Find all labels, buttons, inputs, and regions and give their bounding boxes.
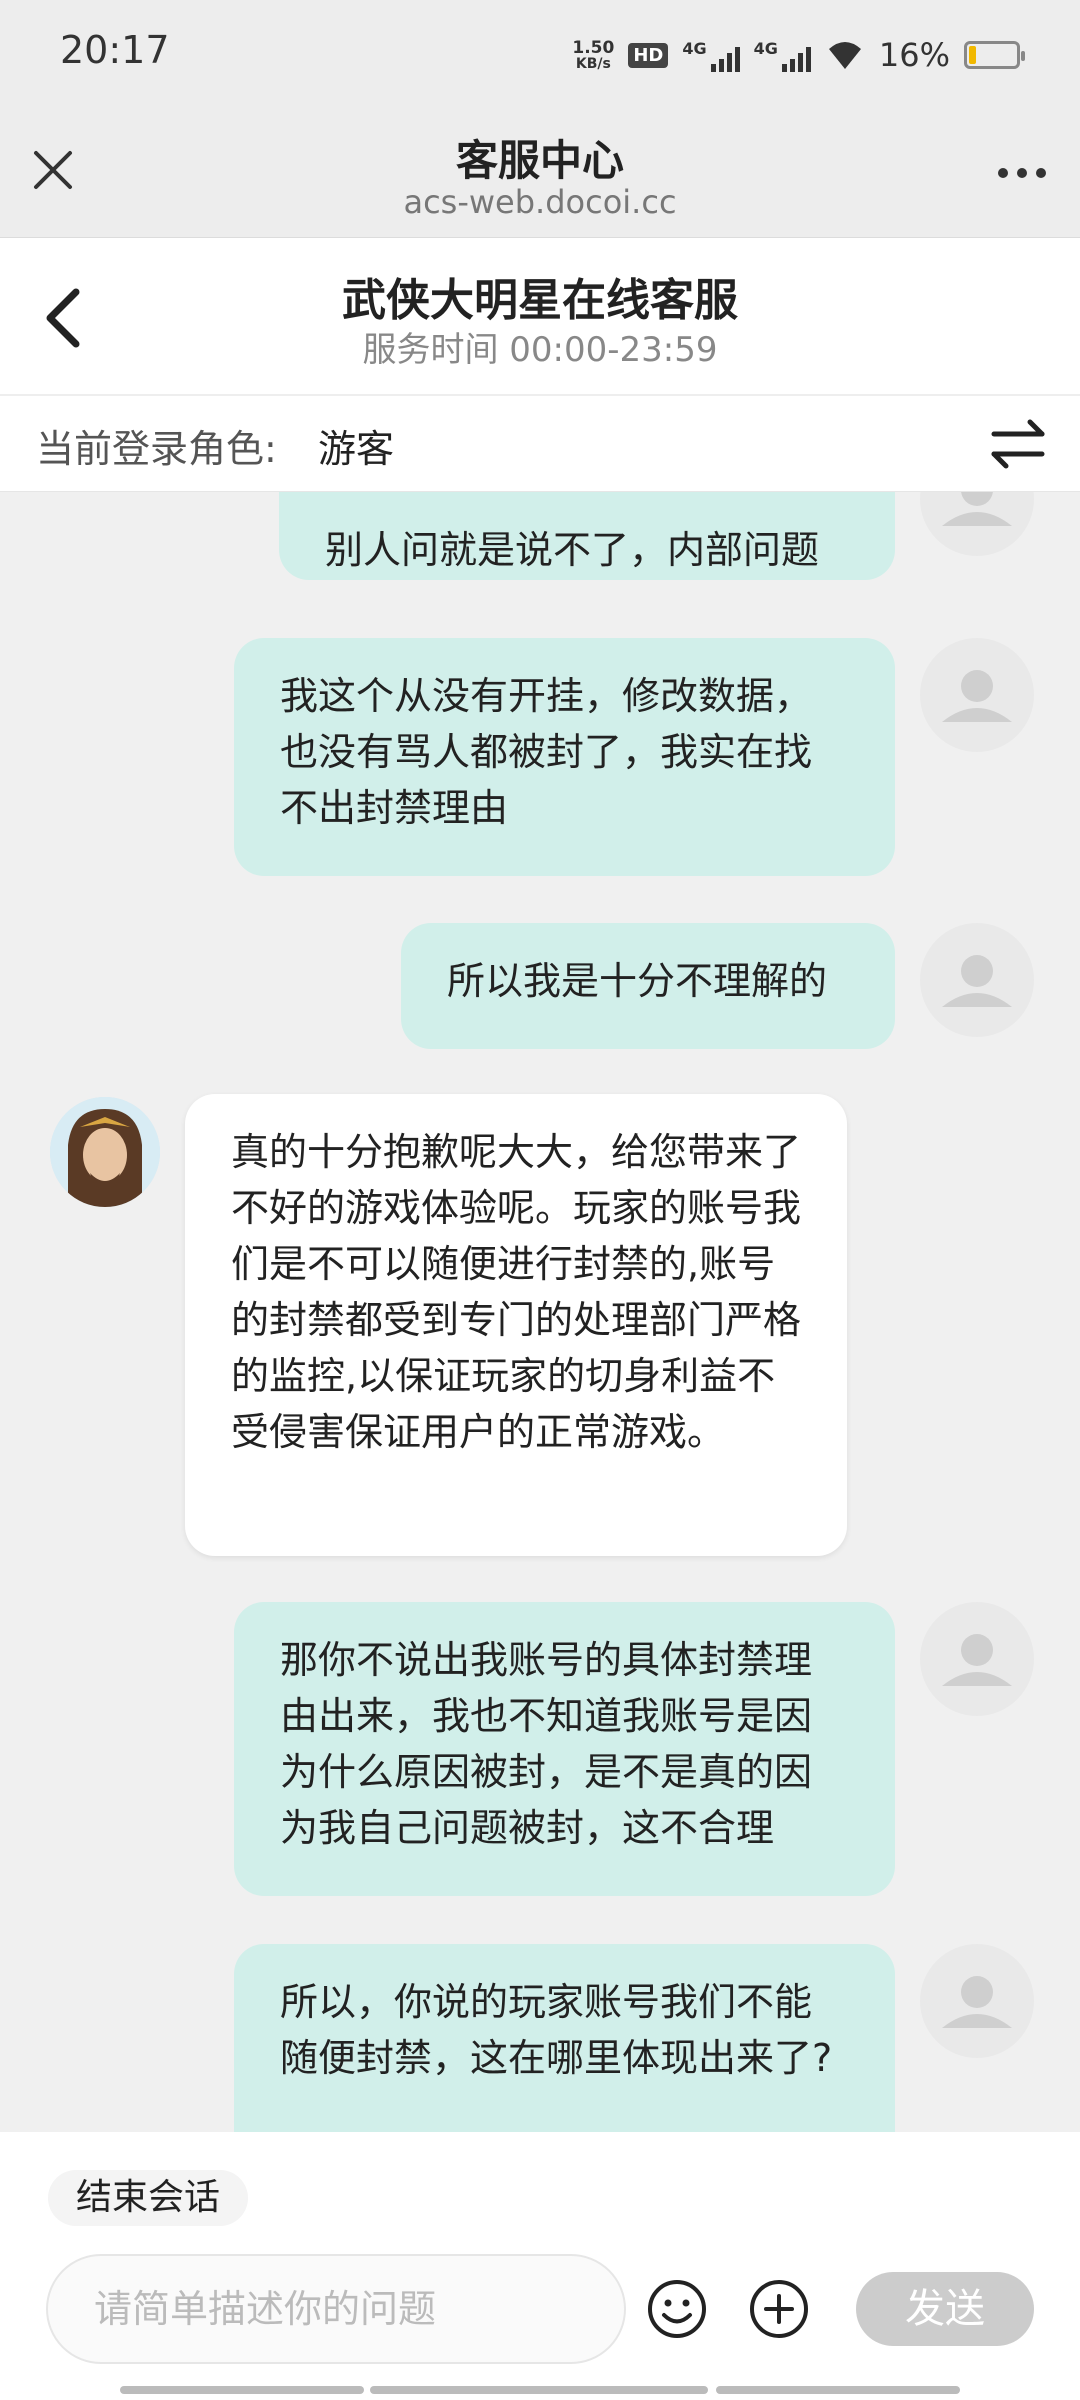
message-bubble-user: 所以我是十分不理解的 [401, 923, 895, 1049]
message-bubble-user: 我这个从没有开挂，修改数据，也没有骂人都被封了，我实在找不出封禁理由 [234, 638, 895, 876]
message-text: 我这个从没有开挂，修改数据，也没有骂人都被封了，我实在找不出封禁理由 [280, 674, 813, 830]
user-avatar [920, 492, 1034, 556]
hd-voice-icon: HD [628, 42, 669, 68]
home-indicator[interactable] [120, 2386, 364, 2394]
webview-url: acs-web.docoi.cc [403, 183, 677, 221]
status-bar: 20:17 1.50 KB/s HD 4G 4G 16% [0, 0, 1080, 115]
more-options-icon[interactable] [992, 153, 1052, 193]
signal-1-icon: 4G [682, 38, 740, 72]
home-indicator[interactable] [716, 2386, 960, 2394]
message-text: 那你不说出我账号的具体封禁理由出来，我也不知道我账号是因为什么原因被封，是不是真… [280, 1638, 813, 1850]
message-bubble-user: 别人问就是说不了，内部问题 [279, 492, 895, 580]
emoji-icon[interactable] [646, 2278, 708, 2340]
webview-title: 客服中心 [455, 136, 624, 185]
chat-message-list[interactable]: 别人问就是说不了，内部问题 我这个从没有开挂，修改数据，也没有骂人都被封了，我实… [0, 492, 1080, 2132]
send-button[interactable]: 发送 [856, 2272, 1034, 2346]
message-text: 真的十分抱歉呢大大，给您带来了不好的游戏体验呢。玩家的账号我们是不可以随便进行封… [231, 1130, 802, 1454]
message-text: 所以，你说的玩家账号我们不能随便封禁，这在哪里体现出来了? [280, 1980, 833, 2080]
service-hours: 服务时间 00:00-23:59 [362, 330, 718, 370]
service-title: 武侠大明星在线客服 [342, 275, 738, 326]
webview-header: 客服中心 acs-web.docoi.cc [0, 115, 1080, 238]
status-icons: 1.50 KB/s HD 4G 4G 16% [572, 30, 1025, 80]
battery-percent: 16% [878, 36, 950, 74]
service-header: 武侠大明星在线客服 服务时间 00:00-23:59 [0, 238, 1080, 396]
agent-avatar-icon [50, 1097, 160, 1207]
chat-input-area: 结束会话 发送 [0, 2132, 1080, 2400]
user-avatar [920, 638, 1034, 752]
role-label: 当前登录角色: [36, 427, 277, 471]
message-input-wrapper[interactable] [46, 2254, 626, 2364]
signal-2-icon: 4G [754, 39, 811, 72]
end-session-button[interactable]: 结束会话 [48, 2170, 249, 2226]
wifi-icon [828, 42, 861, 69]
add-attachment-icon[interactable] [748, 2278, 810, 2340]
network-speed-unit: KB/s [575, 56, 611, 72]
user-avatar-icon [942, 1976, 1012, 2028]
login-role-bar: 当前登录角色: 游客 [0, 396, 1080, 492]
agent-avatar [50, 1097, 160, 1207]
user-avatar-icon [942, 1634, 1012, 1686]
message-input[interactable] [48, 2256, 624, 2362]
user-avatar [920, 1602, 1034, 1716]
role-value: 游客 [318, 427, 395, 471]
battery-icon [964, 41, 1025, 69]
user-avatar-icon [942, 492, 1012, 526]
message-bubble-user: 所以，你说的玩家账号我们不能随便封禁，这在哪里体现出来了? [234, 1944, 895, 2132]
message-bubble-agent: 真的十分抱歉呢大大，给您带来了不好的游戏体验呢。玩家的账号我们是不可以随便进行封… [185, 1094, 847, 1556]
user-avatar-icon [942, 955, 1012, 1007]
message-text: 所以我是十分不理解的 [447, 959, 828, 1003]
network-speed: 1.50 KB/s [572, 39, 614, 71]
home-indicator[interactable] [370, 2386, 708, 2394]
signal-2-label: 4G [753, 38, 778, 58]
switch-role-icon[interactable] [988, 416, 1048, 472]
user-avatar [920, 923, 1034, 1037]
message-text: 别人问就是说不了，内部问题 [325, 528, 820, 572]
network-speed-value: 1.50 [572, 38, 615, 58]
user-avatar [920, 1944, 1034, 2058]
status-time: 20:17 [60, 28, 170, 72]
user-avatar-icon [942, 670, 1012, 722]
message-bubble-user: 那你不说出我账号的具体封禁理由出来，我也不知道我账号是因为什么原因被封，是不是真… [234, 1602, 895, 1896]
signal-1-label: 4G [682, 38, 707, 58]
